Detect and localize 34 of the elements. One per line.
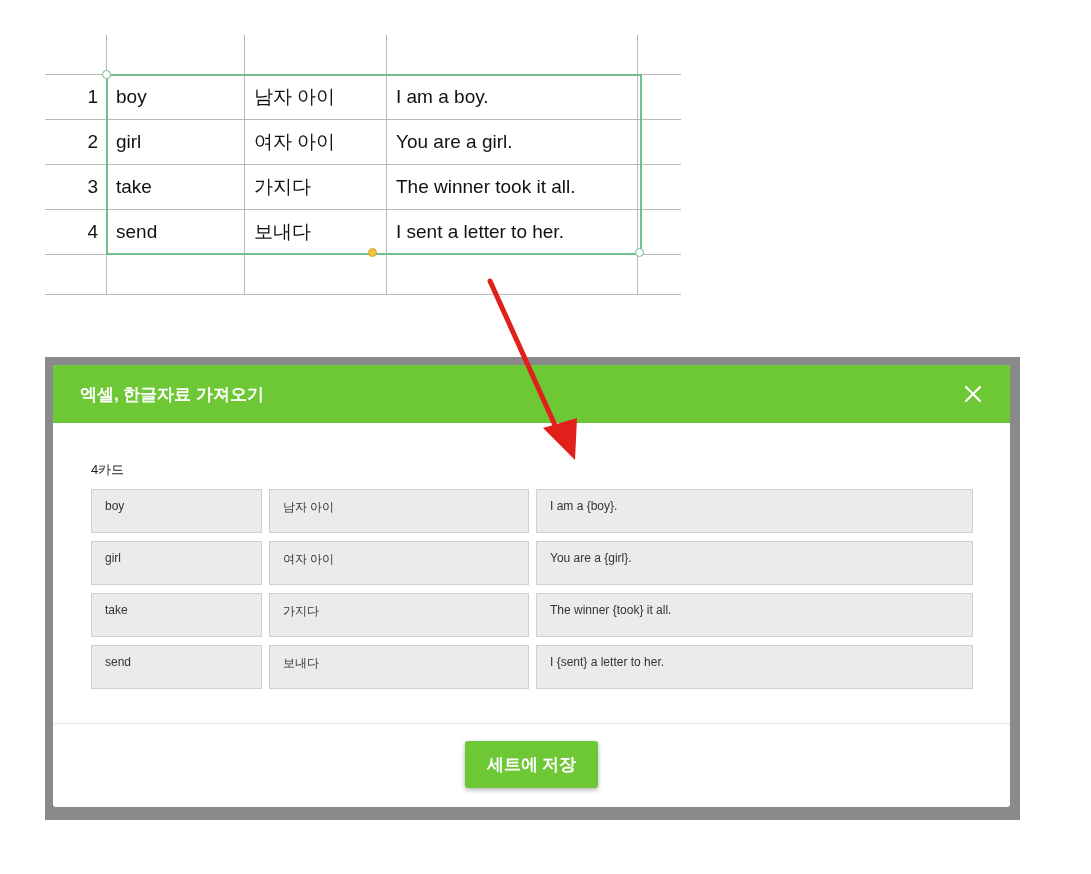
table-cell: I sent a letter to her. [396,221,564,243]
dialog-title: 엑셀, 한글자료 가져오기 [80,383,265,406]
card-field[interactable]: 여자 아이 [269,541,529,585]
table-cell: take [116,176,152,198]
table-cell: I am a boy. [396,86,489,108]
row-number: 2 [87,131,98,153]
table-cell: girl [116,131,142,153]
row-number: 4 [87,221,98,243]
row-number: 3 [87,176,98,198]
selection-handle[interactable] [635,248,644,257]
table-cell-text: 보내다 [254,220,311,244]
card-field[interactable]: take [91,593,262,637]
close-icon[interactable] [964,385,982,403]
card-field[interactable]: You are a {girl}. [536,541,973,585]
card-count: 4카드 [91,461,126,479]
fill-handle[interactable] [368,248,377,257]
table-cell: You are a girl. [396,131,513,153]
row-number: 1 [87,86,98,108]
card-field[interactable]: 가지다 [269,593,529,637]
table-cell-text: 남자 아이 [254,85,336,109]
table-cell-text: 여자 아이 [254,130,336,154]
table-cell-text: 가지다 [254,175,311,199]
table-cell: The winner took it all. [396,176,576,198]
card-field[interactable]: 남자 아이 [269,489,529,533]
card-field[interactable]: girl [91,541,262,585]
selection-handle[interactable] [102,70,111,79]
table-cell: send [116,221,158,243]
card-field[interactable]: I am a {boy}. [536,489,973,533]
card-field[interactable]: 보내다 [269,645,529,689]
card-field[interactable]: boy [91,489,262,533]
card-field[interactable]: send [91,645,262,689]
table-cell: boy [116,86,147,108]
card-field[interactable]: I {sent} a letter to her. [536,645,973,689]
card-field[interactable]: The winner {took} it all. [536,593,973,637]
